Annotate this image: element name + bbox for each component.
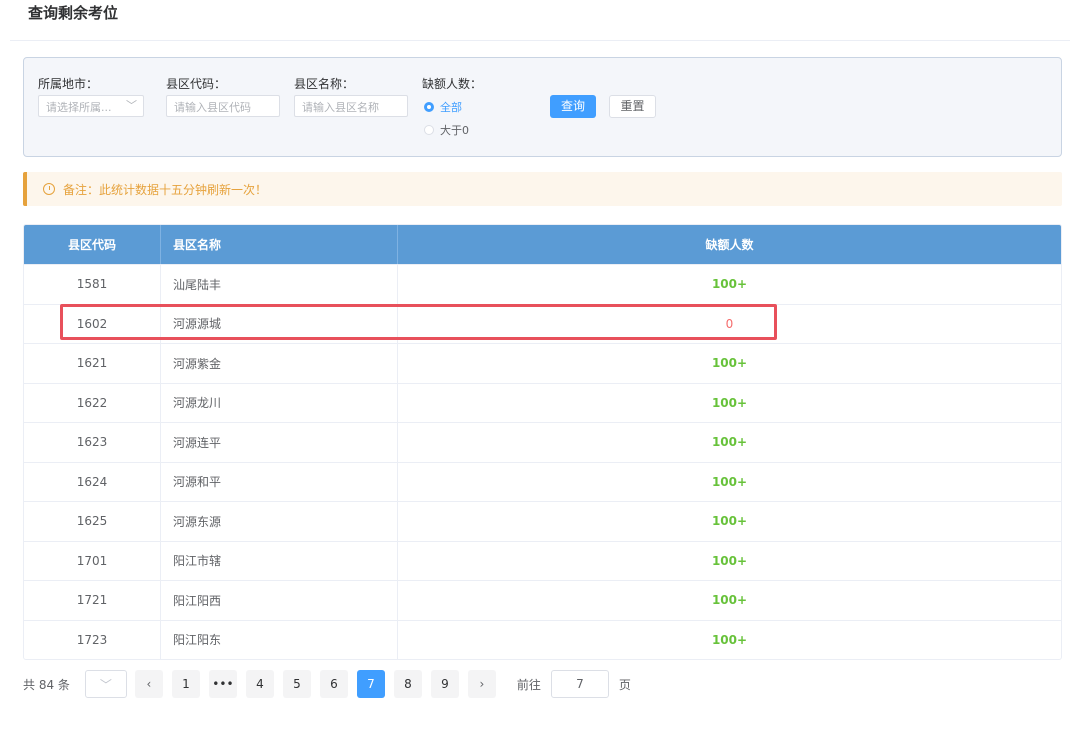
cell-shortage: 100+ xyxy=(711,514,748,529)
cell-county-name: 河源东源 xyxy=(161,502,398,541)
radio-checked-icon xyxy=(424,102,434,112)
table-row: 1621 河源紫金 100+ xyxy=(24,343,1061,383)
cell-county-code: 1621 xyxy=(24,344,161,383)
cell-shortage: 100+ xyxy=(711,435,748,450)
cell-county-name: 河源紫金 xyxy=(161,344,398,383)
cell-shortage: 100+ xyxy=(711,395,748,410)
county-code-input[interactable]: 请输入县区代码 xyxy=(166,95,280,117)
goto-page-input[interactable] xyxy=(550,670,609,698)
filter-panel: 所属地市： 请选择所属... ﹀ 县区代码： 请输入县区代码 县区名称： 请输入… xyxy=(23,57,1062,157)
page-number-button[interactable]: 7 xyxy=(356,670,385,698)
county-name-label: 县区名称： xyxy=(294,77,355,91)
page-number-button[interactable]: 1 xyxy=(171,670,200,698)
chevron-down-icon: ﹀ xyxy=(99,677,112,692)
radio-gt0-label: 大于0 xyxy=(440,124,469,137)
cell-shortage: 0 xyxy=(725,316,734,331)
goto-page: 前往 页 xyxy=(517,670,631,698)
radio-greater-than-zero[interactable]: 大于0 xyxy=(424,122,469,138)
pagination: 共 84 条 ﹀ ‹ 1 ••• 456789 › 前往 页 xyxy=(23,668,631,700)
notice-text: 备注：此统计数据十五分钟刷新一次！ xyxy=(63,182,268,197)
cell-shortage: 100+ xyxy=(711,277,748,292)
table-header: 县区代码 县区名称 缺额人数 xyxy=(24,225,1061,264)
page-size-select[interactable]: ﹀ xyxy=(84,670,127,698)
cell-county-name: 阳江阳东 xyxy=(161,620,398,659)
page-ellipsis[interactable]: ••• xyxy=(208,670,237,698)
cell-shortage: 100+ xyxy=(711,593,748,608)
cell-county-code: 1624 xyxy=(24,462,161,501)
table-row: 1625 河源东源 100+ xyxy=(24,501,1061,541)
radio-unchecked-icon xyxy=(424,125,434,135)
cell-county-code: 1721 xyxy=(24,581,161,620)
chevron-left-icon: ‹ xyxy=(146,677,152,691)
county-code-label: 县区代码： xyxy=(166,77,227,91)
header-shortage: 缺额人数 xyxy=(705,238,754,252)
page-number-list: 1 ••• 4 5 6 7 8 9 xyxy=(171,670,468,698)
page-number-button[interactable]: 9 xyxy=(430,670,459,698)
prev-page-button[interactable]: ‹ xyxy=(134,670,163,698)
cell-county-name: 河源龙川 xyxy=(161,383,398,422)
cell-county-code: 1623 xyxy=(24,423,161,462)
table-row: 1723 阳江阳东 100+ xyxy=(24,619,1061,659)
header-county-code: 县区代码 xyxy=(24,225,161,264)
radio-all-label: 全部 xyxy=(440,101,462,114)
table-row: 1623 河源连平 100+ xyxy=(24,422,1061,462)
table-row: 1721 阳江阳西 100+ xyxy=(24,580,1061,620)
cell-shortage: 100+ xyxy=(711,553,748,568)
page-number-button[interactable]: 8 xyxy=(393,670,422,698)
title-divider xyxy=(10,40,1070,41)
cell-county-name: 阳江市辖 xyxy=(161,541,398,580)
cell-county-name: 汕尾陆丰 xyxy=(161,265,398,304)
query-button[interactable]: 查询 xyxy=(550,95,596,118)
cell-county-code: 1723 xyxy=(24,620,161,659)
table-row: 1581 汕尾陆丰 100+ xyxy=(24,264,1061,304)
reset-button[interactable]: 重置 xyxy=(609,95,656,118)
city-label: 所属地市： xyxy=(38,77,99,91)
page-number-button[interactable]: 6 xyxy=(319,670,348,698)
cell-shortage: 100+ xyxy=(711,356,748,371)
header-county-name: 县区名称 xyxy=(161,225,398,264)
cell-county-code: 1622 xyxy=(24,383,161,422)
cell-county-code: 1701 xyxy=(24,541,161,580)
shortage-label: 缺额人数： xyxy=(422,77,483,91)
cell-county-name: 河源和平 xyxy=(161,462,398,501)
chevron-down-icon: ﹀ xyxy=(126,99,137,112)
cell-county-code: 1581 xyxy=(24,265,161,304)
table-row: 1622 河源龙川 100+ xyxy=(24,382,1061,422)
chevron-right-icon: › xyxy=(479,677,485,691)
table-body: 1581 汕尾陆丰 100+ 1602 河源源城 0 1621 河源紫金 100+ 1622 河源龙… xyxy=(24,264,1061,659)
page-number-button[interactable]: 5 xyxy=(282,670,311,698)
data-table: 县区代码 县区名称 缺额人数 1581 汕尾陆丰 100+ 1602 河源源城 0 1621… xyxy=(23,224,1062,660)
clock-icon xyxy=(43,183,55,195)
cell-county-name: 河源源城 xyxy=(161,304,398,343)
page-title: 查询剩余考位 xyxy=(28,4,119,22)
table-row: 1602 河源源城 0 xyxy=(24,303,1061,343)
goto-suffix: 页 xyxy=(618,677,631,692)
table-row: 1624 河源和平 100+ xyxy=(24,461,1061,501)
total-count: 共 84 条 xyxy=(23,677,70,692)
next-page-button[interactable]: › xyxy=(467,670,496,698)
cell-county-code: 1625 xyxy=(24,502,161,541)
cell-shortage: 100+ xyxy=(711,474,748,489)
page-number-button[interactable]: 4 xyxy=(245,670,274,698)
goto-label: 前往 xyxy=(516,677,541,692)
cell-county-name: 河源连平 xyxy=(161,423,398,462)
city-select[interactable]: 请选择所属... ﹀ xyxy=(38,95,144,117)
radio-all[interactable]: 全部 xyxy=(424,99,462,115)
cell-county-name: 阳江阳西 xyxy=(161,581,398,620)
county-name-input[interactable]: 请输入县区名称 xyxy=(294,95,408,117)
cell-shortage: 100+ xyxy=(711,632,748,647)
notice-bar: 备注：此统计数据十五分钟刷新一次！ xyxy=(23,172,1062,206)
cell-county-code: 1602 xyxy=(24,304,161,343)
city-select-placeholder: 请选择所属... xyxy=(46,101,112,114)
table-row: 1701 阳江市辖 100+ xyxy=(24,540,1061,580)
